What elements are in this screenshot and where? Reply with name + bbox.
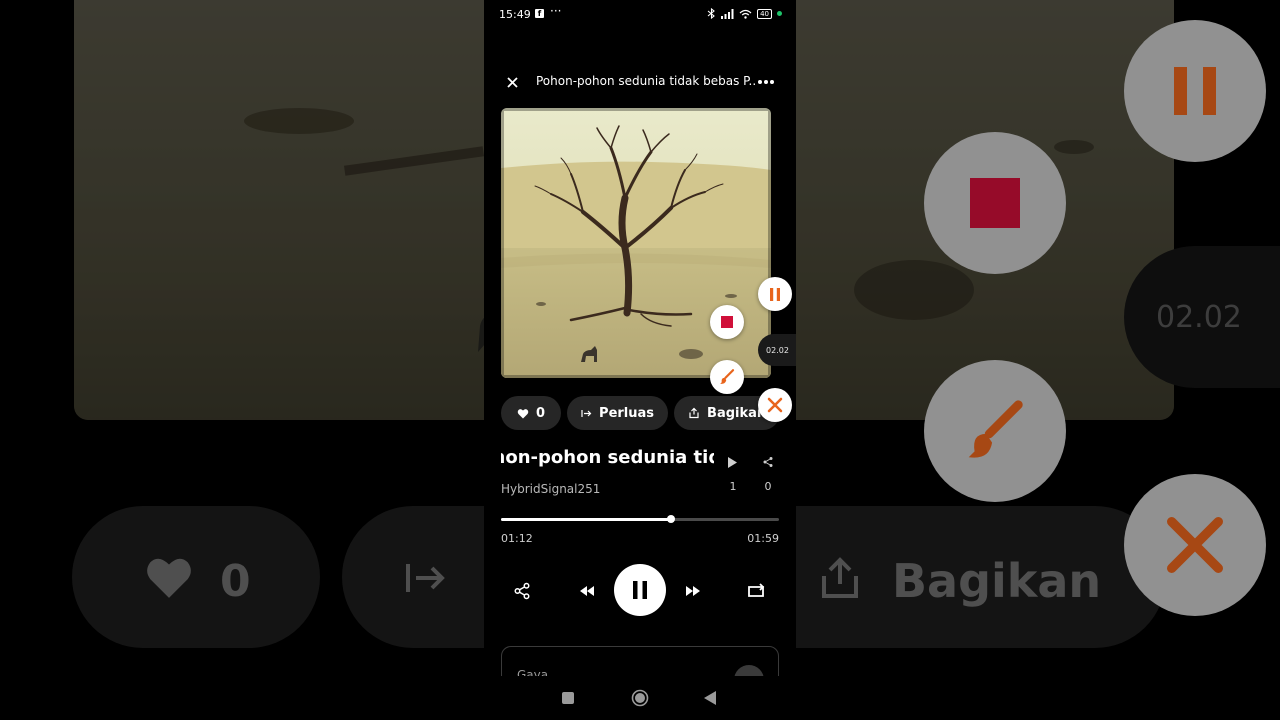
share-upload-icon [689, 407, 699, 419]
share-button[interactable] [511, 580, 533, 602]
status-overflow: ··· [550, 4, 562, 18]
progress-fill [501, 518, 671, 521]
privacy-indicator-dot [777, 11, 782, 16]
background-share-label: Bagikan [892, 554, 1102, 608]
facebook-notification-icon: f [535, 9, 544, 18]
share-count-icon [763, 457, 773, 467]
back-icon [704, 691, 716, 705]
extend-button[interactable]: Perluas [567, 396, 669, 430]
system-nav-bar [484, 676, 796, 720]
background-stop-fab [924, 132, 1066, 274]
total-time: 01:59 [747, 532, 779, 545]
signal-icon [721, 8, 734, 19]
more-dot [758, 80, 762, 84]
current-time: 01:12 [501, 532, 533, 545]
bluetooth-icon [707, 8, 715, 19]
more-dot [770, 80, 774, 84]
repeat-icon [748, 583, 765, 597]
like-count: 0 [536, 405, 546, 421]
close-icon [506, 76, 518, 88]
background-brush-icon [968, 400, 1023, 458]
song-title-text: Pohon-pohon sedunia tidak bebas [501, 447, 714, 468]
background-timer-pill: 02.02 [1124, 246, 1280, 388]
background-stop-icon [970, 178, 1020, 228]
play-count-icon-button [722, 452, 742, 472]
heart-icon [517, 408, 529, 418]
brush-icon [720, 369, 735, 384]
pause-icon [770, 287, 780, 301]
share-count-icon-button [758, 452, 778, 472]
share-icon [514, 582, 530, 600]
screen: 0 Bagikan 02.02 15:49 f ··· 40 Pohon-poh… [0, 0, 1280, 720]
share-count: 0 [764, 480, 772, 493]
background-pause-fab [1124, 20, 1266, 162]
status-bar: 15:49 f ··· 40 [484, 0, 796, 30]
header-title: Pohon-pohon sedunia tidak bebas P... [536, 74, 756, 88]
progress-knob[interactable] [666, 515, 675, 523]
background-like-pill: 0 [72, 506, 320, 648]
recording-timer: 02.02 [758, 334, 796, 366]
floating-stop-button[interactable] [710, 305, 744, 339]
floating-pause-button[interactable] [758, 277, 792, 311]
tools-icon [767, 397, 783, 413]
background-timer-text: 02.02 [1156, 299, 1242, 335]
more-dot [764, 80, 768, 84]
background-brush-fab [924, 360, 1066, 502]
stop-icon [721, 316, 733, 328]
play-count: 1 [729, 480, 737, 493]
home-icon [631, 689, 649, 707]
status-icons: 40 [707, 8, 782, 19]
nav-home-button[interactable] [630, 688, 650, 708]
player-header: Pohon-pohon sedunia tidak bebas P... [484, 66, 796, 98]
song-title: Pohon-pohon sedunia tidak bebas [501, 447, 714, 473]
progress-bar[interactable] [501, 515, 779, 523]
status-time: 15:49 [499, 8, 531, 21]
background-heart-icon [147, 558, 191, 598]
nav-recents-button[interactable] [558, 688, 578, 708]
more-options-button[interactable] [754, 72, 778, 92]
floating-tools-button[interactable] [758, 388, 792, 422]
like-button[interactable]: 0 [501, 396, 562, 430]
background-tools-icon [1167, 517, 1223, 573]
pause-button[interactable] [614, 564, 666, 616]
rewind-icon [580, 586, 594, 596]
background-tools-fab [1124, 474, 1266, 616]
play-count-icon [728, 456, 737, 468]
extend-icon [581, 409, 592, 417]
artist-name[interactable]: HybridSignal251 [501, 482, 600, 496]
background-extend-pill [342, 506, 484, 648]
background-share-icon [822, 557, 858, 598]
fast-forward-button[interactable] [682, 580, 704, 602]
fast-forward-icon [686, 586, 700, 596]
nav-back-button[interactable] [700, 688, 720, 708]
background-extend-icon [406, 564, 445, 592]
rewind-button[interactable] [576, 580, 598, 602]
wifi-icon [739, 9, 752, 19]
timer-text: 02.02 [766, 345, 789, 355]
phone-screen: 15:49 f ··· 40 Pohon-pohon sedunia tidak… [484, 0, 796, 720]
battery-icon: 40 [757, 8, 772, 19]
extend-label: Perluas [599, 405, 655, 421]
background-pause-icon [1174, 67, 1216, 115]
background-like-count: 0 [220, 556, 251, 607]
recents-icon [562, 692, 574, 704]
close-button[interactable] [502, 72, 522, 92]
action-chips: 0 Perluas Bagikan [501, 396, 781, 430]
pause-main-icon [633, 581, 647, 599]
floating-brush-button[interactable] [710, 360, 744, 394]
background-share-pill: Bagikan [796, 506, 1166, 648]
repeat-button[interactable] [746, 580, 768, 602]
